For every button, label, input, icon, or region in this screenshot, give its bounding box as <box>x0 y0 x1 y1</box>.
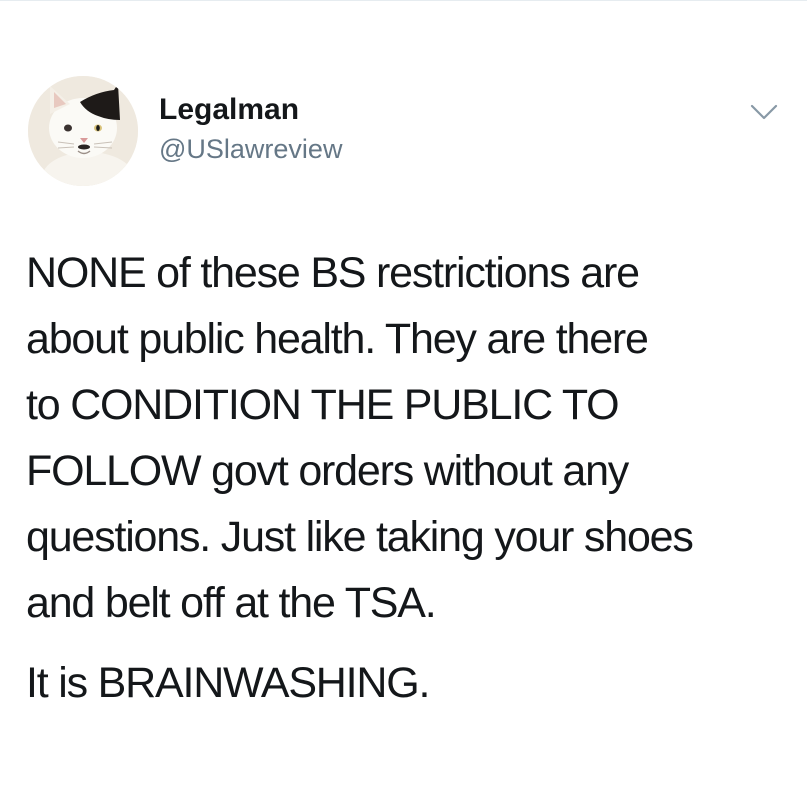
tweet-text-line: NONE of these BS restrictions are <box>26 249 640 297</box>
author-identity: Legalman @USlawreview <box>159 92 342 166</box>
tweet-paragraph-1: NONE of these BS restrictions are about … <box>26 240 786 636</box>
author-display-name[interactable]: Legalman <box>159 92 342 128</box>
tweet-paragraph-2: It is BRAINWASHING. <box>26 659 430 707</box>
tweet-text-line: and belt off at the TSA. <box>26 579 437 627</box>
tweet-text-line: about public health. They are there <box>26 315 649 363</box>
chevron-down-icon <box>750 104 778 120</box>
tweet-text-line: questions. Just like taking your shoes <box>26 513 694 561</box>
tweet-text-line: FOLLOW govt orders without any <box>26 447 629 495</box>
author-avatar[interactable] <box>28 76 138 186</box>
tweet-card: Legalman @USlawreview NONE of these BS r… <box>0 0 807 807</box>
cat-avatar-icon <box>28 76 138 186</box>
author-handle[interactable]: @USlawreview <box>159 132 342 166</box>
tweet-body: NONE of these BS restrictions are about … <box>26 240 786 716</box>
tweet-text-line: to CONDITION THE PUBLIC TO <box>26 381 620 429</box>
tweet-menu-button[interactable] <box>744 96 784 128</box>
